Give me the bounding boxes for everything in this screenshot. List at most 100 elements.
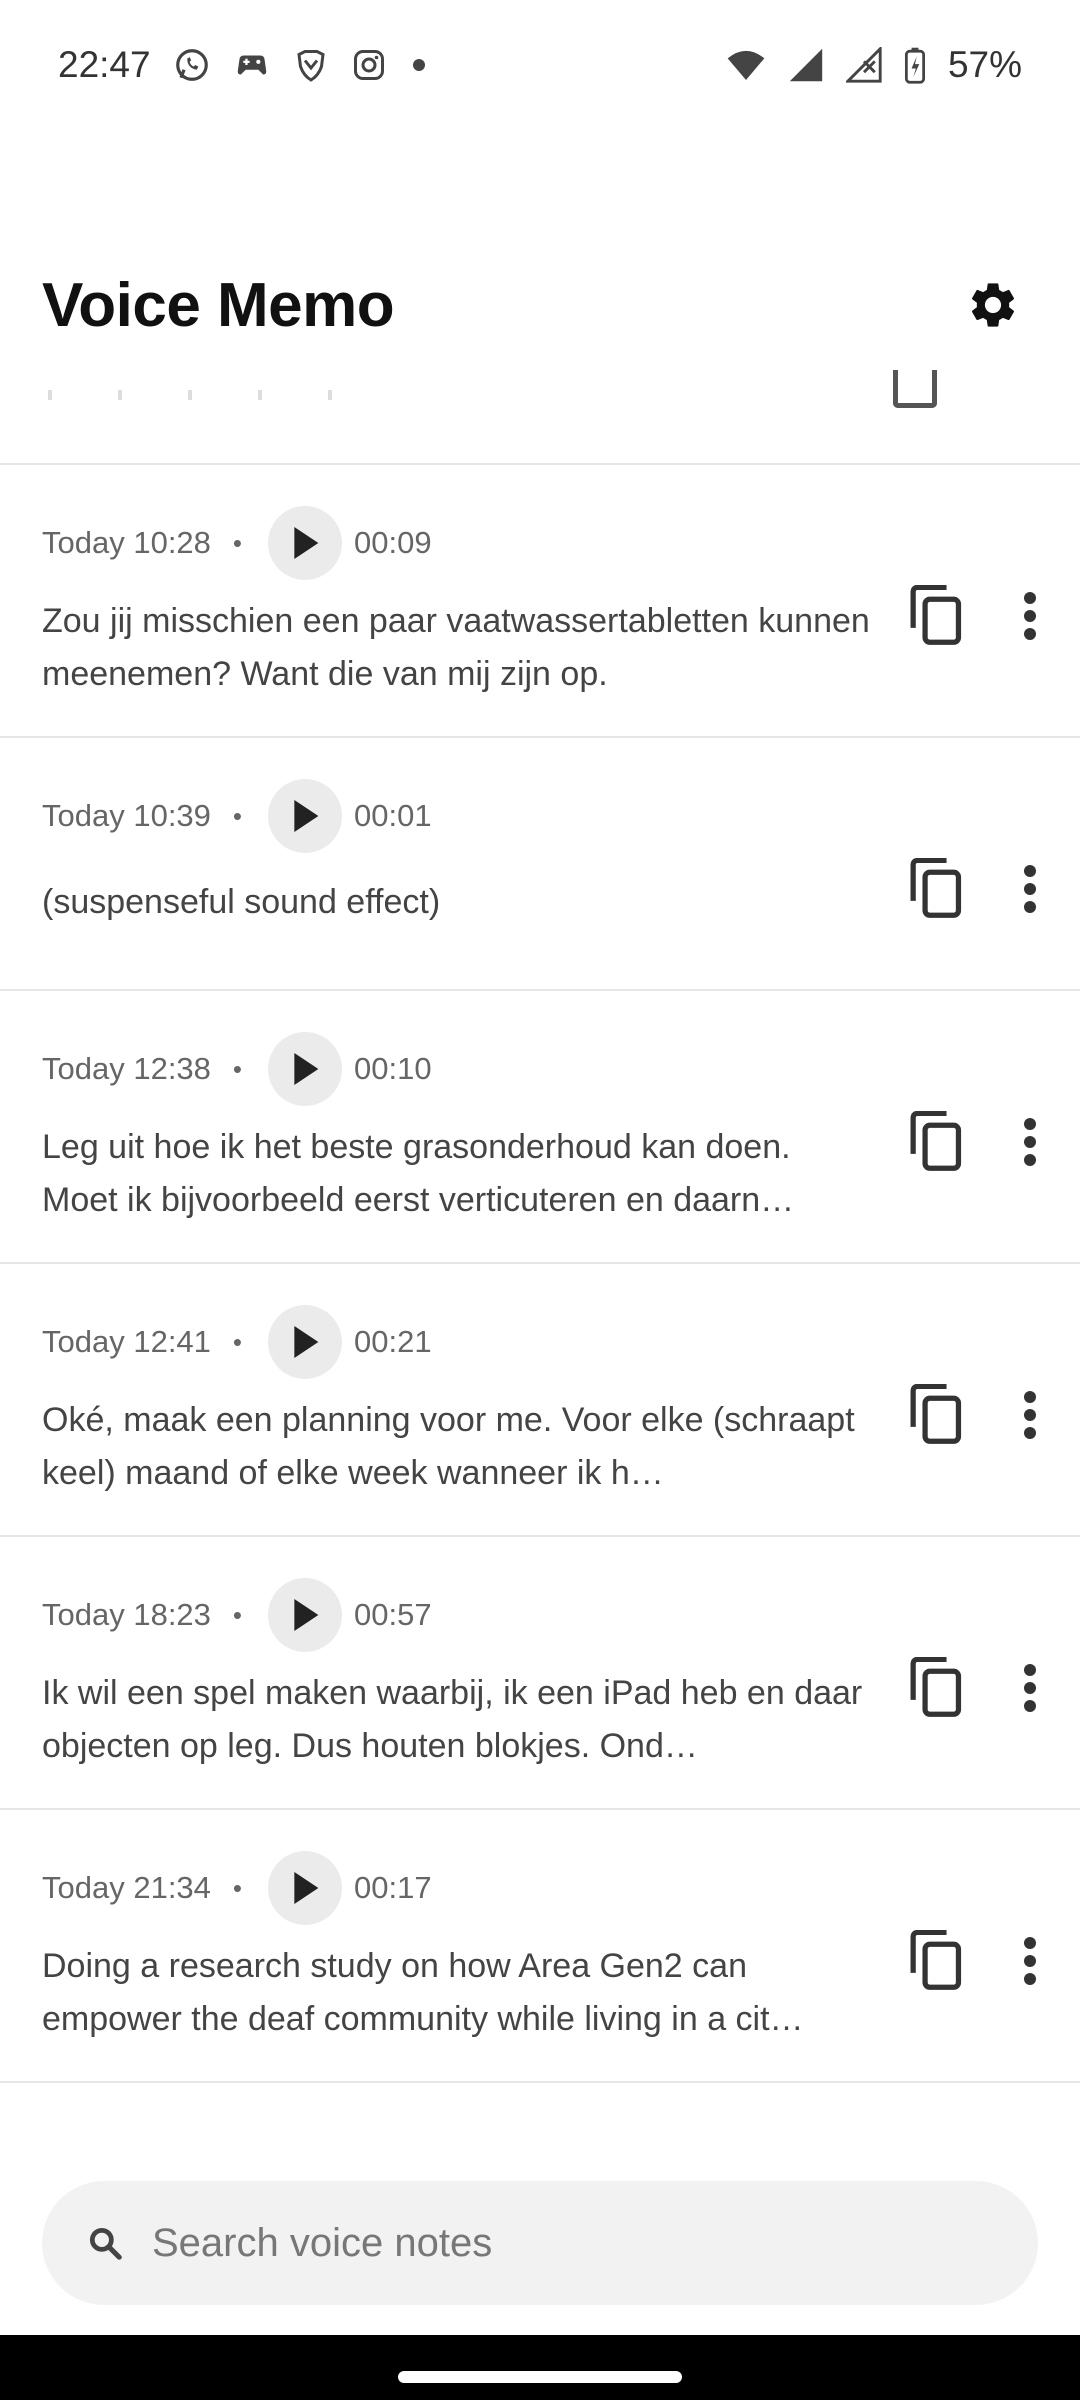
play-icon	[294, 800, 319, 832]
navigation-bar	[0, 2335, 1080, 2400]
memo-transcript[interactable]: Leg uit hoe ik het beste grasonderhoud k…	[42, 1121, 872, 1227]
play-button[interactable]	[268, 1305, 343, 1379]
memo-duration: 00:57	[354, 1597, 432, 1632]
more-options-button[interactable]	[1010, 1107, 1050, 1177]
copy-icon	[910, 1383, 962, 1444]
row-actions	[902, 1537, 1050, 1808]
separator-dot: •	[232, 1872, 243, 1903]
status-bar: 22:47 57%	[0, 0, 1080, 130]
play-icon	[294, 527, 319, 559]
more-options-button[interactable]	[1010, 854, 1050, 924]
more-options-button[interactable]	[1010, 581, 1050, 651]
memo-duration: 00:01	[354, 798, 432, 833]
more-vertical-icon	[1024, 864, 1036, 913]
copy-button[interactable]	[902, 1380, 972, 1450]
play-button[interactable]	[268, 1578, 343, 1652]
row-actions	[902, 465, 1050, 736]
list-item[interactable]: Today 21:34 • 00:17 Doing a research stu…	[0, 1810, 1080, 2083]
row-actions	[902, 991, 1050, 1262]
row-actions	[902, 1810, 1050, 2081]
memo-meta: Today 21:34 • 00:17	[42, 1850, 432, 1926]
memo-time: Today 10:39	[42, 798, 211, 833]
memo-duration: 00:17	[354, 1870, 432, 1905]
more-options-button[interactable]	[1010, 1380, 1050, 1450]
memo-duration: 00:10	[354, 1051, 432, 1086]
memo-transcript[interactable]: Zou jij misschien een paar vaatwassertab…	[42, 595, 872, 701]
memo-duration: 00:09	[354, 525, 432, 560]
home-handle[interactable]	[398, 2371, 682, 2383]
copy-icon	[910, 1656, 962, 1717]
status-time: 22:47	[58, 44, 151, 85]
more-vertical-icon	[1024, 1936, 1036, 1985]
settings-button[interactable]	[948, 260, 1038, 350]
memo-transcript[interactable]: (suspenseful sound effect)	[42, 876, 872, 929]
more-options-button[interactable]	[1010, 1926, 1050, 1996]
copy-icon	[893, 370, 937, 408]
memo-transcript[interactable]: Ik wil een spel maken waarbij, ik een iP…	[42, 1667, 872, 1773]
more-dot-icon	[409, 55, 429, 75]
search-bar[interactable]	[42, 2181, 1038, 2305]
list-item[interactable]: Today 10:39 • 00:01 (suspenseful sound e…	[0, 738, 1080, 991]
memo-meta: Today 18:23 • 00:57	[42, 1577, 432, 1653]
memo-time: Today 21:34	[42, 1870, 211, 1905]
memo-transcript[interactable]: Doing a research study on how Area Gen2 …	[42, 1940, 872, 2046]
game-controller-icon	[233, 46, 271, 84]
battery-charging-icon	[904, 46, 926, 84]
separator-dot: •	[232, 527, 243, 558]
list-item[interactable]: Today 10:28 • 00:09 Zou jij misschien ee…	[0, 465, 1080, 738]
list-item-partial	[0, 370, 1080, 465]
list-item[interactable]: Today 12:38 • 00:10 Leg uit hoe ik het b…	[0, 991, 1080, 1264]
memo-time: Today 10:28	[42, 525, 211, 560]
memo-meta: Today 12:41 • 00:21	[42, 1304, 432, 1380]
copy-button[interactable]	[902, 854, 972, 924]
separator-dot: •	[232, 1326, 243, 1357]
play-icon	[294, 1326, 319, 1358]
more-vertical-icon	[1024, 1390, 1036, 1439]
page-title: Voice Memo	[42, 270, 395, 340]
signal-icon	[788, 47, 824, 83]
copy-icon	[910, 584, 962, 645]
search-area	[0, 2145, 1080, 2335]
play-icon	[294, 1599, 319, 1631]
memo-list[interactable]: Today 10:28 • 00:09 Zou jij misschien ee…	[0, 370, 1080, 2145]
screen: 22:47 57% Voice Memo Today 10:28 • 00:09…	[0, 0, 1080, 2400]
copy-button[interactable]	[902, 1107, 972, 1177]
play-button[interactable]	[268, 506, 343, 580]
separator-dot: •	[232, 1599, 243, 1630]
app-header: Voice Memo	[0, 250, 1080, 360]
memo-duration: 00:21	[354, 1324, 432, 1359]
signal-no-data-icon	[845, 47, 882, 83]
more-options-button[interactable]	[1010, 1653, 1050, 1723]
memo-time: Today 12:41	[42, 1324, 211, 1359]
memo-meta: Today 10:28 • 00:09	[42, 505, 432, 581]
play-button[interactable]	[268, 779, 343, 853]
gear-icon	[971, 283, 1015, 327]
more-vertical-icon	[1024, 1663, 1036, 1712]
copy-button[interactable]	[902, 1653, 972, 1723]
row-actions	[902, 738, 1050, 989]
wifi-icon	[726, 47, 766, 83]
memo-transcript[interactable]: Oké, maak een planning voor me. Voor elk…	[42, 1394, 872, 1500]
instagram-icon	[351, 47, 387, 83]
play-button[interactable]	[268, 1851, 343, 1925]
memo-time: Today 12:38	[42, 1051, 211, 1086]
list-item[interactable]: Today 18:23 • 00:57 Ik wil een spel make…	[0, 1537, 1080, 1810]
copy-button[interactable]	[902, 581, 972, 651]
partial-text	[48, 390, 348, 400]
status-right: 57%	[726, 44, 1022, 86]
play-button[interactable]	[268, 1032, 343, 1106]
whatsapp-icon	[173, 46, 211, 84]
play-icon	[294, 1053, 319, 1085]
list-item[interactable]: Today 12:41 • 00:21 Oké, maak een planni…	[0, 1264, 1080, 1537]
play-icon	[294, 1872, 319, 1904]
separator-dot: •	[232, 1053, 243, 1084]
separator-dot: •	[232, 800, 243, 831]
more-vertical-icon	[1024, 1117, 1036, 1166]
brave-icon	[293, 46, 329, 84]
search-input[interactable]	[152, 2220, 972, 2266]
copy-button[interactable]	[902, 1926, 972, 1996]
memo-meta: Today 12:38 • 00:10	[42, 1031, 432, 1107]
copy-icon	[910, 1110, 962, 1171]
battery-percent: 57%	[947, 44, 1022, 85]
memo-time: Today 18:23	[42, 1597, 211, 1632]
